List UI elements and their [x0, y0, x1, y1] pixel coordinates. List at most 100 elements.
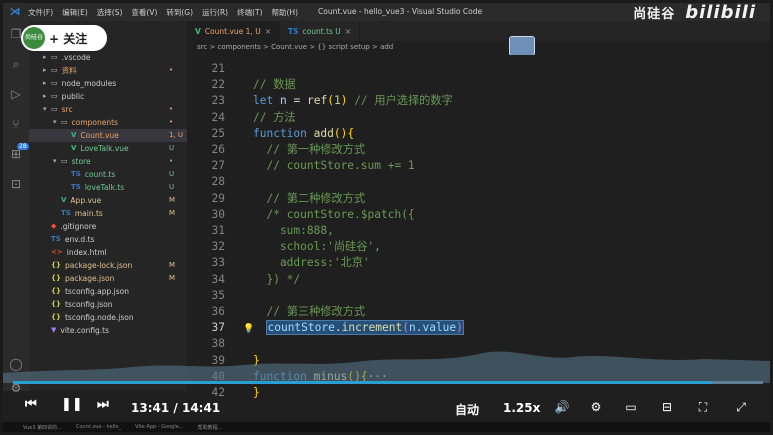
tree-item[interactable]: TS env.d.ts — [29, 233, 187, 246]
git-status: U — [169, 170, 175, 178]
menu-item[interactable]: 文件(F) — [28, 7, 53, 18]
taskbar-item[interactable]: Count.vue - hello_ — [76, 424, 121, 430]
tree-item[interactable]: V App.vue M — [29, 194, 187, 207]
code-line: 35 — [187, 288, 770, 304]
line-number: 29 — [211, 191, 225, 205]
menu-item[interactable]: 运行(R) — [202, 7, 228, 18]
chevron-icon: ▸ — [43, 79, 47, 87]
tree-item[interactable]: ▾ ▭ components • — [29, 116, 187, 129]
line-number: 24 — [211, 110, 225, 124]
fullscreen-icon[interactable]: ⤢ — [733, 400, 749, 414]
follow-button[interactable]: 尚硅谷 + 关注 — [21, 25, 107, 51]
quality-button[interactable]: 自动 — [455, 401, 479, 418]
search-icon[interactable]: ⌕ — [9, 57, 23, 71]
menu-item[interactable]: 终端(T) — [237, 7, 262, 18]
follow-label: + 关注 — [49, 31, 88, 46]
code-text: countStore.increment(n.value) — [266, 320, 464, 336]
tree-item-label: LoveTalk.vue — [80, 144, 129, 153]
tab-label: Count.vue 1, U — [204, 26, 261, 36]
speed-button[interactable]: 1.25x — [503, 401, 540, 415]
line-number: 27 — [211, 159, 225, 173]
tree-item[interactable]: ▸ ▭ public — [29, 90, 187, 103]
json-file-icon: {} — [51, 261, 61, 269]
tree-item-label: 资料 — [61, 66, 77, 75]
menu-item[interactable]: 帮助(H) — [272, 7, 299, 18]
code-line: 42} — [187, 385, 770, 401]
line-number: 37 — [211, 321, 225, 335]
remote-icon[interactable]: ⊡ — [9, 177, 23, 191]
line-number: 25 — [211, 126, 225, 140]
code-line: 36 // 第三种修改方式 — [187, 304, 770, 320]
close-icon[interactable]: × — [265, 27, 271, 36]
pause-icon[interactable]: ❚❚ — [61, 397, 83, 412]
line-number: 28 — [211, 175, 225, 189]
tree-item[interactable]: ▼ vite.config.ts — [29, 324, 187, 337]
taskbar-item[interactable]: 帮助教程... — [198, 424, 223, 431]
prev-icon[interactable]: ⏮ — [25, 397, 37, 412]
tree-item[interactable]: {} tsconfig.node.json — [29, 311, 187, 324]
editor-tabs: V Count.vue 1, U × TS count.ts U × — [187, 21, 770, 41]
tree-item[interactable]: TS count.ts U — [29, 168, 187, 181]
folder-icon: ▭ — [51, 66, 58, 74]
tree-item[interactable]: TS loveTalk.ts U — [29, 181, 187, 194]
web-fullscreen-icon[interactable]: ⛶ — [695, 400, 711, 414]
git-status: M — [169, 261, 176, 269]
folder-icon: ▭ — [51, 92, 58, 100]
tab[interactable]: TS count.ts U × — [280, 21, 361, 41]
menu-item[interactable]: 编辑(E) — [62, 7, 88, 18]
folder-icon: ▭ — [51, 79, 58, 87]
code-text: function add(){ — [253, 126, 355, 140]
settings-icon[interactable]: ⚙ — [588, 400, 604, 414]
source-control-icon[interactable]: ⑂ — [9, 117, 23, 131]
run-debug-icon[interactable]: ▷ — [9, 87, 23, 101]
tree-item[interactable]: <> index.html — [29, 246, 187, 259]
tree-item-label: count.ts — [84, 170, 116, 179]
git-status: U — [169, 144, 175, 152]
line-number: 35 — [211, 288, 225, 302]
tree-item[interactable]: TS main.ts M — [29, 207, 187, 220]
taskbar-item[interactable]: Vite App - Google... — [135, 424, 183, 430]
tree-item-label: .gitignore — [60, 222, 97, 231]
code-line: 21 — [187, 61, 770, 77]
vite-file-icon: ▼ — [51, 326, 57, 334]
tree-item[interactable]: ▾ ▭ src • — [29, 103, 187, 116]
tree-item[interactable]: {} package-lock.json M — [29, 259, 187, 272]
tree-item-label: App.vue — [70, 196, 102, 205]
tree-item[interactable]: ▸ ▭ node_modules — [29, 77, 187, 90]
activity-bar: ❐ ⌕ ▷ ⑂ 28 ⊞ ⊡ ◯ ⚙ — [3, 21, 29, 395]
tree-item[interactable]: V LoveTalk.vue U — [29, 142, 187, 155]
code-editor[interactable]: 💡 21 22// 数据 23 let n = ref(1) // 用户选择的数字 24… — [187, 55, 770, 399]
next-icon[interactable]: ⏭ — [97, 397, 109, 412]
menu-bar: 文件(F) 编辑(E) 选择(S) 查看(V) 转到(G) 运行(R) 终端(T) 帮助(H) — [28, 7, 298, 18]
code-line: 37 countStore.increment(n.value) — [187, 320, 770, 336]
taskbar-item[interactable]: Vue3 第四讲的... — [23, 424, 62, 431]
tree-item[interactable]: {} tsconfig.app.json — [29, 285, 187, 298]
menu-item[interactable]: 选择(S) — [97, 7, 123, 18]
pip-icon[interactable]: ▭ — [623, 400, 639, 414]
tree-item[interactable]: ▾ ▭ store • — [29, 155, 187, 168]
vue-file-icon: V — [71, 144, 77, 152]
volume-icon[interactable]: 🔊 — [554, 400, 570, 414]
tree-item[interactable]: {} tsconfig.json — [29, 298, 187, 311]
window-title: Count.vue - hello_vue3 - Visual Studio C… — [318, 7, 483, 16]
widescreen-icon[interactable]: ⊟ — [659, 400, 675, 414]
code-text: // 第二种修改方式 — [266, 191, 366, 205]
brand-cn: 尚硅谷 — [633, 7, 676, 22]
code-text: // 第三种修改方式 — [266, 305, 366, 318]
menu-item[interactable]: 查看(V) — [131, 7, 157, 18]
chevron-icon: ▾ — [53, 157, 57, 165]
breadcrumb[interactable]: src > components > Count.vue > {} script… — [197, 43, 393, 51]
tree-item[interactable]: V Count.vue 1, U — [29, 129, 187, 142]
tree-item[interactable]: ▸ ▭ 资料 • — [29, 64, 187, 77]
tree-item[interactable]: ▸ ▭ .vscode — [29, 51, 187, 64]
menu-item[interactable]: 转到(G) — [166, 7, 193, 18]
extensions-icon[interactable]: ⊞ — [9, 147, 23, 161]
json-file-icon: {} — [51, 300, 61, 308]
tab[interactable]: V Count.vue 1, U × — [187, 21, 280, 41]
tree-item-label: src — [61, 105, 73, 114]
close-icon[interactable]: × — [345, 27, 351, 36]
total-time: 14:41 — [181, 401, 221, 415]
line-number: 33 — [211, 256, 225, 270]
tree-item[interactable]: ◆ .gitignore — [29, 220, 187, 233]
tree-item[interactable]: {} package.json M — [29, 272, 187, 285]
